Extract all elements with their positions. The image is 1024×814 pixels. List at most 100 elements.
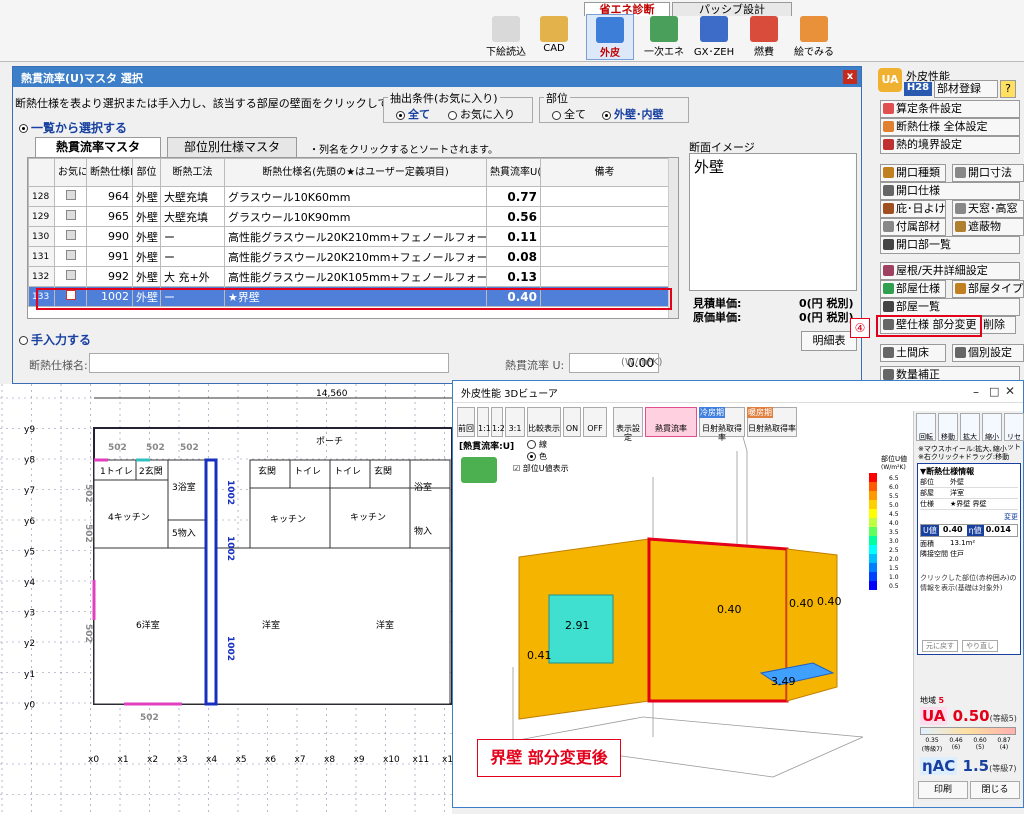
change-button[interactable]: 変更 bbox=[920, 512, 1018, 522]
row-fav-cell bbox=[54, 266, 87, 287]
side-btn-6[interactable]: 庇･日よけ bbox=[880, 200, 946, 218]
undo-button[interactable]: 元に戻す bbox=[922, 640, 958, 652]
side-btn-2[interactable]: 熱的境界設定 bbox=[880, 136, 1020, 154]
floor-plan-canvas[interactable]: 14,560 y9 y8 y7 y6 y5 y4 y3 y2 y1 y0 x0 x1 x2 x3 x4 x5 x6… bbox=[0, 384, 452, 814]
table-row[interactable]: 130 990外壁ー高性能グラスウール20K210mm+フェノールフォーム100m… bbox=[28, 226, 669, 247]
help-icon[interactable]: ? bbox=[1000, 80, 1016, 98]
side-btn-10[interactable]: 開口部一覧 bbox=[880, 236, 1020, 254]
col-fav[interactable]: お気に入り bbox=[54, 158, 87, 187]
toolbar-button-1[interactable]: CAD bbox=[530, 14, 578, 60]
table-row[interactable]: 132 992外壁大 充+外高性能グラスウール20K105mm+フェノールフォーム… bbox=[28, 266, 669, 287]
col-note[interactable]: 備考 bbox=[540, 158, 669, 187]
row-method: 大 充+外 bbox=[160, 266, 225, 287]
tab-u-master[interactable]: 熱貫流率マスタ bbox=[35, 137, 161, 157]
table-row[interactable]: 129 965 外壁 大壁充填 グラスウール10K90mm 0.56 bbox=[28, 206, 669, 227]
fav-checkbox[interactable] bbox=[65, 250, 76, 260]
nav-btn-0[interactable]: 回転 bbox=[916, 413, 936, 441]
close-icon[interactable]: ✕ bbox=[1005, 384, 1015, 398]
side-btn-8[interactable]: 付属部材 bbox=[880, 218, 946, 236]
fav-checkbox[interactable] bbox=[65, 270, 76, 280]
side-btn-11[interactable]: 屋根/天井詳細設定 bbox=[880, 262, 1020, 280]
parts-register-button[interactable]: 部材登録 bbox=[934, 80, 998, 98]
viewer-btn-6[interactable]: OFF bbox=[583, 407, 607, 437]
selected-wall[interactable] bbox=[204, 458, 218, 706]
color-scale: 部位U値(W/m²K) 6.5 6.0 5.5 5.0 4.5 4.0 3.5 3.0 2.5 2.… bbox=[869, 454, 907, 590]
toolbar-button-3[interactable]: 一次エネ bbox=[640, 14, 688, 60]
room[interactable] bbox=[409, 487, 451, 549]
print-button[interactable]: 印刷 bbox=[918, 781, 968, 799]
viewer-btn-7[interactable]: 表示設定 bbox=[613, 407, 643, 442]
close-icon[interactable]: x bbox=[843, 70, 857, 84]
toolbar-button-2[interactable]: 外皮 bbox=[586, 14, 634, 60]
close-button[interactable]: 閉じる bbox=[970, 781, 1020, 799]
side-btn-3[interactable]: 開口種類 bbox=[880, 164, 946, 182]
detail-button[interactable]: 明細表 bbox=[801, 331, 857, 351]
toolbar-label-6: 絵でみる bbox=[794, 47, 834, 58]
viewer-btn-3[interactable]: 3:1 bbox=[505, 407, 525, 437]
col-u[interactable]: 熱貫流率U(W/m²K) bbox=[486, 158, 541, 187]
viewer-btn-2[interactable]: 1:2 bbox=[491, 407, 505, 437]
toolbar-button-0[interactable]: 下絵読込 bbox=[482, 14, 530, 60]
side-btn-18[interactable]: 個別設定 bbox=[952, 344, 1024, 362]
nav-btn-3[interactable]: 縮小 bbox=[982, 413, 1002, 441]
y-label: y9 bbox=[24, 425, 35, 435]
fav-checkbox[interactable] bbox=[65, 230, 76, 240]
room-label: キッチン bbox=[350, 512, 386, 523]
side-btn-9[interactable]: 遮蔽物 bbox=[952, 218, 1024, 236]
viewer-btn-5[interactable]: ON bbox=[563, 407, 581, 437]
wall-number: 502 bbox=[83, 484, 93, 503]
viewer-btn-0[interactable]: 前回 bbox=[457, 407, 475, 437]
table-row[interactable]: 128 964 外壁 大壁充填 グラスウール10K60mm 0.77 bbox=[28, 186, 669, 207]
col-index[interactable] bbox=[28, 158, 55, 187]
manual-input-radio[interactable]: 手入力する bbox=[19, 331, 91, 348]
room[interactable] bbox=[209, 547, 451, 705]
fav-checkbox[interactable] bbox=[65, 190, 76, 200]
side-btn-4[interactable]: 開口寸法 bbox=[952, 164, 1024, 182]
viewer-btn-4[interactable]: 比較表示 bbox=[527, 407, 561, 437]
col-no[interactable]: 断熱仕様No bbox=[86, 158, 133, 187]
part-wall-radio[interactable]: 外壁･内壁 bbox=[602, 106, 664, 122]
side-btn-16[interactable]: 削除 bbox=[980, 316, 1016, 334]
frame-line bbox=[512, 716, 644, 742]
x-label: x3 bbox=[177, 755, 188, 765]
col-part[interactable]: 部位 bbox=[132, 158, 161, 187]
minimize-icon[interactable]: – bbox=[973, 385, 979, 399]
nav-btn-4[interactable]: リセット bbox=[1004, 413, 1024, 451]
side-btn-13[interactable]: 部屋タイプ bbox=[952, 280, 1024, 298]
side-btn-14[interactable]: 部屋一覧 bbox=[880, 298, 1020, 316]
side-btn-label: 屋根/天井詳細設定 bbox=[896, 264, 988, 277]
viewer-title: 外皮性能 3Dビューア bbox=[453, 381, 1023, 403]
viewer-btn-8[interactable]: 熱貫流率 bbox=[645, 407, 697, 437]
info-row: 部屋 洋室 bbox=[920, 488, 1018, 499]
toolbar-button-4[interactable]: GX･ZEH bbox=[690, 14, 738, 60]
side-btn-12[interactable]: 部屋仕様 bbox=[880, 280, 946, 298]
toolbar-button-6[interactable]: 絵でみる bbox=[790, 14, 838, 60]
spec-name-input[interactable] bbox=[89, 353, 449, 373]
redo-button[interactable]: やり直し bbox=[962, 640, 998, 652]
col-method[interactable]: 断熱工法 bbox=[160, 158, 225, 187]
room-label: 2玄関 bbox=[139, 465, 163, 477]
fav-checkbox[interactable] bbox=[65, 210, 76, 220]
side-btn-5[interactable]: 開口仕様 bbox=[880, 182, 1020, 200]
side-btn-0[interactable]: 算定条件設定 bbox=[880, 100, 1020, 118]
side-btn-7[interactable]: 天窓･高窓 bbox=[952, 200, 1024, 218]
table-row[interactable]: 131 991外壁ー高性能グラスウール20K210mm+フェノールフォーム150m… bbox=[28, 246, 669, 267]
side-btn-label: 開口種類 bbox=[896, 166, 940, 179]
filter-all-radio[interactable]: 全て bbox=[396, 106, 430, 122]
frame-line bbox=[742, 437, 748, 452]
side-btn-17[interactable]: 土間床 bbox=[880, 344, 946, 362]
select-list-radio[interactable]: 一覧から選択する bbox=[19, 119, 127, 136]
nav-btn-1[interactable]: 移動 bbox=[938, 413, 958, 441]
toolbar-button-5[interactable]: 燃費 bbox=[740, 14, 788, 60]
u-value-label: 0.40 bbox=[789, 597, 814, 610]
nav-btn-2[interactable]: 拡大 bbox=[960, 413, 980, 441]
maximize-icon[interactable]: □ bbox=[989, 385, 999, 398]
side-btn-1[interactable]: 断熱仕様 全体設定 bbox=[880, 118, 1020, 136]
viewer-btn-1[interactable]: 1:1 bbox=[477, 407, 491, 437]
scale-swatch bbox=[869, 581, 877, 590]
col-name[interactable]: 断熱仕様名(先頭の★はユーザー定義項目) bbox=[224, 158, 487, 187]
filter-fav-radio[interactable]: お気に入り bbox=[448, 106, 515, 122]
part-all-radio[interactable]: 全て bbox=[552, 106, 586, 122]
tab-part-spec-master[interactable]: 部位別仕様マスタ bbox=[167, 137, 297, 157]
h28-button[interactable]: H28 bbox=[904, 82, 932, 96]
